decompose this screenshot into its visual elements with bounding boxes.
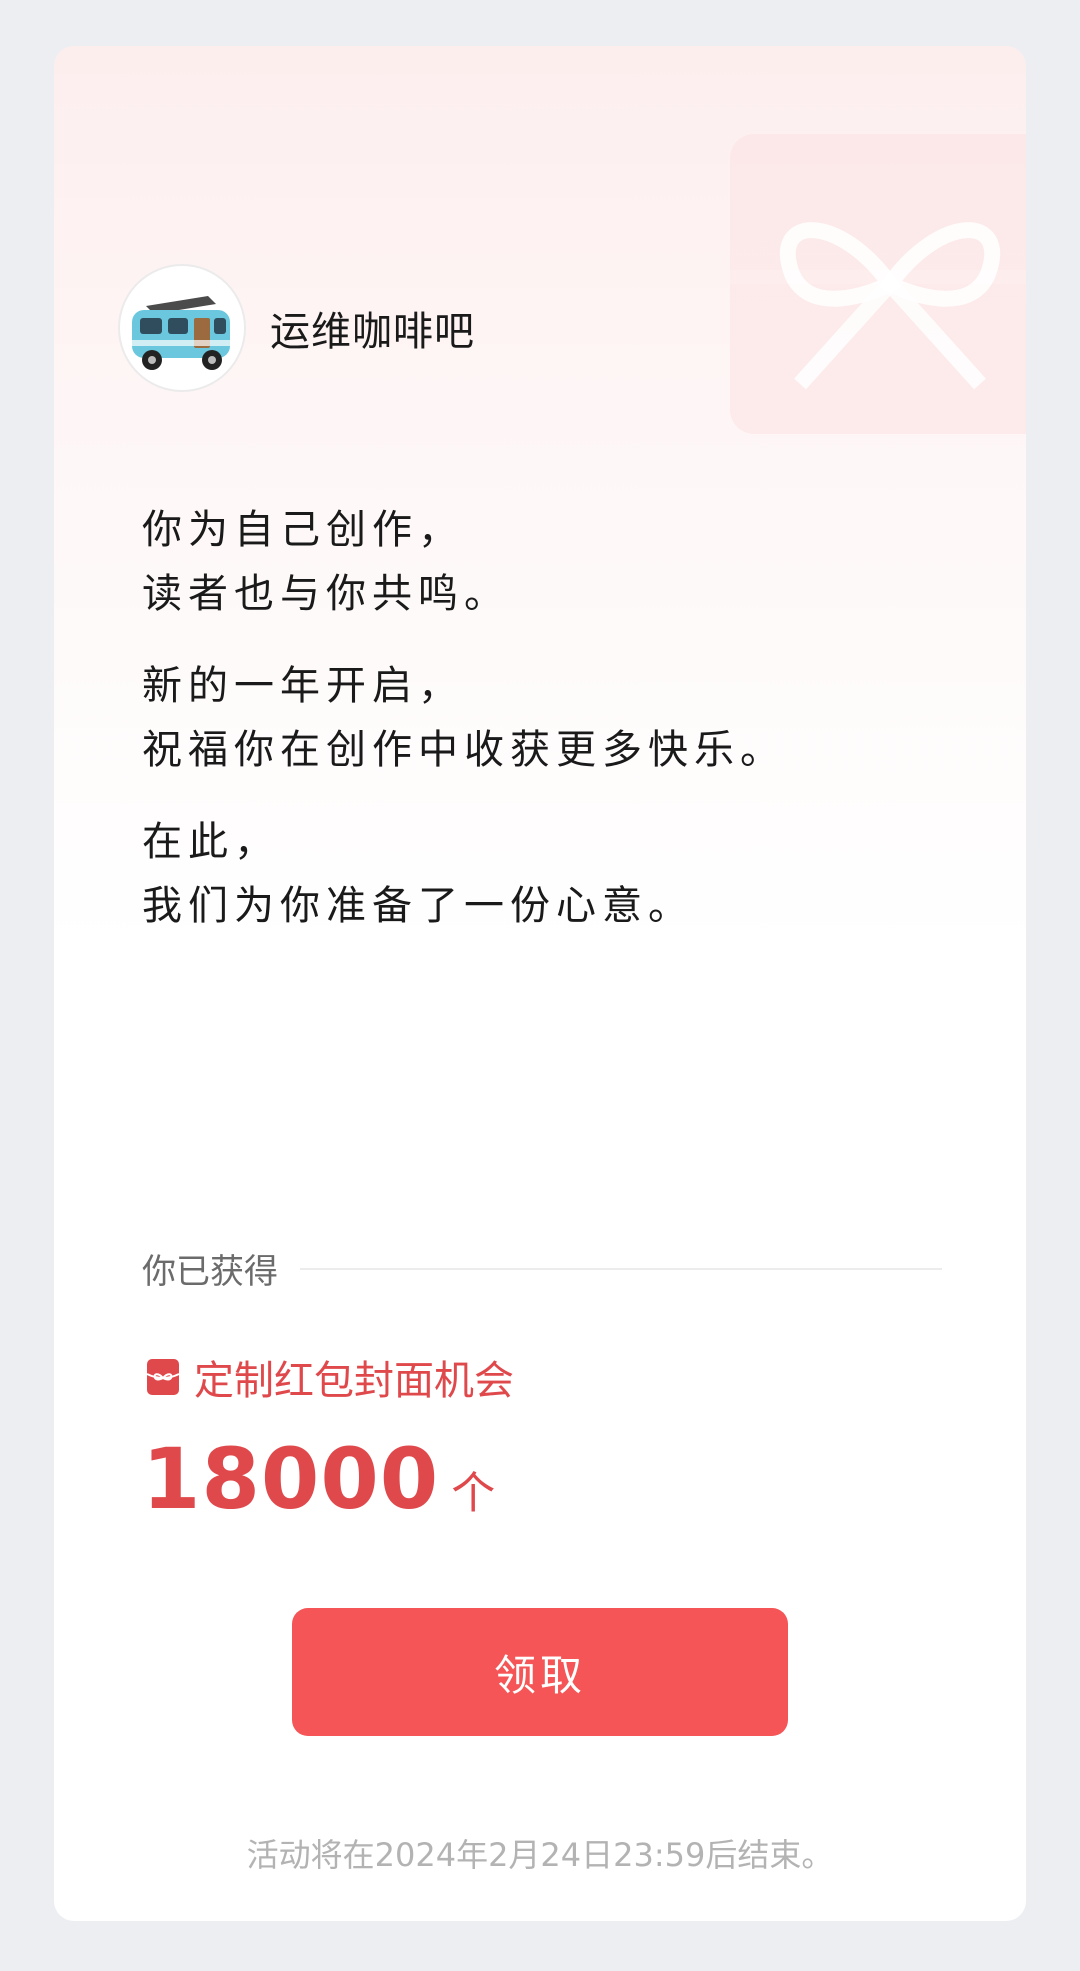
obtained-section-header: 你已获得 [142, 1244, 942, 1293]
message-paragraph: 你为自己创作， 读者也与你共鸣。 [142, 498, 962, 626]
reward-title: 定制红包封面机会 [194, 1358, 514, 1404]
deadline-note: 活动将在2024年2月24日23:59后结束。 [246, 1836, 834, 1874]
message-line: 新的一年开启， [142, 663, 464, 709]
greeting-card: 运维咖啡吧 你为自己创作， 读者也与你共鸣。 新的一年开启， 祝福你在创作中收获… [54, 46, 1026, 1921]
message-line: 读者也与你共鸣。 [142, 571, 510, 617]
message-paragraph: 在此， 我们为你准备了一份心意。 [142, 810, 962, 938]
greeting-message: 你为自己创作， 读者也与你共鸣。 新的一年开启， 祝福你在创作中收获更多快乐。 … [142, 498, 962, 966]
account-name[interactable]: 运维咖啡吧 [270, 299, 475, 357]
message-line: 祝福你在创作中收获更多快乐。 [142, 727, 786, 773]
message-paragraph: 新的一年开启， 祝福你在创作中收获更多快乐。 [142, 654, 962, 782]
camper-van-icon [132, 296, 230, 370]
divider [300, 1267, 942, 1270]
message-line: 你为自己创作， [142, 507, 464, 553]
message-line: 在此， [142, 819, 280, 865]
reward-item: 定制红包封面机会 [146, 1348, 514, 1406]
reward-count-unit: 个 [451, 1468, 496, 1519]
avatar[interactable] [118, 264, 246, 392]
red-envelope-icon [146, 1358, 180, 1396]
reward-count: 18000 个 [142, 1424, 495, 1534]
obtained-label: 你已获得 [142, 1252, 278, 1292]
reward-count-number: 18000 [142, 1430, 440, 1528]
message-line: 我们为你准备了一份心意。 [142, 883, 694, 929]
account-header: 运维咖啡吧 [118, 262, 475, 394]
claim-button[interactable]: 领取 [292, 1608, 788, 1736]
